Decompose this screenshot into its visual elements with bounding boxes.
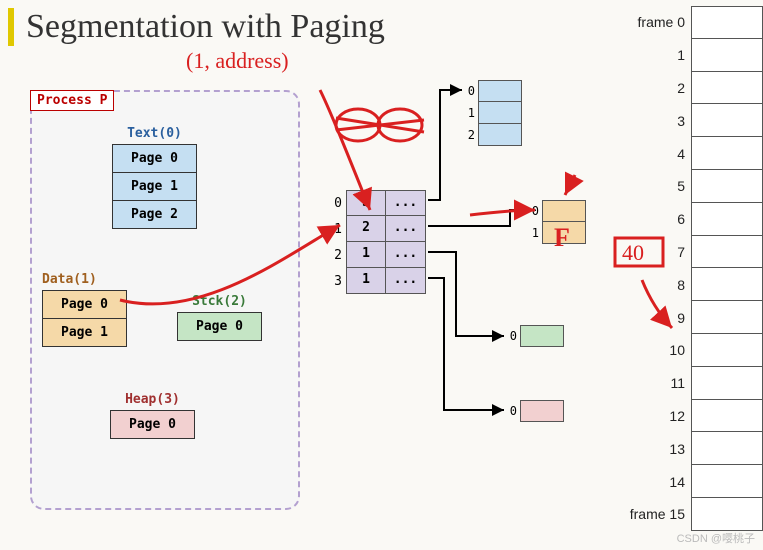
frame-label: 9 [615, 310, 691, 326]
segtable-len: 2 [346, 216, 386, 242]
frame-label: 3 [615, 113, 691, 129]
pt-cell [478, 102, 522, 124]
pt-idx: 0 [464, 80, 478, 102]
frame-label: 13 [615, 441, 691, 457]
segtable-len: 1 [346, 242, 386, 268]
frame-label: 6 [615, 211, 691, 227]
pt-idx: 0 [506, 400, 520, 422]
frame-label: 10 [615, 342, 691, 358]
text-page: Page 1 [112, 173, 197, 201]
frame-label: 5 [615, 178, 691, 194]
frame-cell [691, 498, 763, 531]
frame-cell [691, 72, 763, 105]
frame-label: 1 [615, 47, 691, 63]
segment-stack: Stck(2) Page 0 [177, 294, 262, 341]
frame-cell [691, 236, 763, 269]
segtable-base: ... [386, 268, 426, 294]
frame-cell [691, 137, 763, 170]
text-page: Page 0 [112, 144, 197, 173]
frame-label: 14 [615, 474, 691, 490]
frame-label: 11 [615, 375, 691, 391]
frame-cell [691, 268, 763, 301]
frame-label: 7 [615, 244, 691, 260]
segtable-len: 1 [346, 268, 386, 294]
frame-cell [691, 39, 763, 72]
pt-cell [520, 325, 564, 347]
text-page: Page 2 [112, 201, 197, 229]
annotation-address-tuple: (1, address) [186, 48, 289, 74]
data-page: Page 1 [42, 319, 127, 347]
pt-cell [478, 124, 522, 146]
stack-page: Page 0 [177, 312, 262, 341]
frame-cell [691, 170, 763, 203]
frame-cell [691, 367, 763, 400]
segtable-len: 3 [346, 190, 386, 216]
segtable-idx: 1 [330, 216, 346, 242]
frame-label: frame 15 [615, 506, 691, 522]
data-page: Page 0 [42, 290, 127, 319]
pt-idx: 2 [464, 124, 478, 146]
page-table-stack: 0 [506, 325, 564, 347]
frame-cell [691, 432, 763, 465]
segment-table: 03... 12... 21... 31... [330, 190, 426, 294]
heap-page: Page 0 [110, 410, 195, 439]
title-accent [8, 8, 14, 46]
segtable-base: ... [386, 190, 426, 216]
segtable-idx: 2 [330, 242, 346, 268]
frame-cell [691, 301, 763, 334]
page-table-text: 0 1 2 [464, 80, 522, 146]
segment-heap: Heap(3) Page 0 [110, 392, 195, 439]
process-label: Process P [30, 90, 114, 111]
segment-heap-title: Heap(3) [110, 392, 195, 407]
frame-cell [691, 334, 763, 367]
segment-data-title: Data(1) [42, 272, 127, 287]
frame-cell [691, 6, 763, 39]
frame-cell [691, 104, 763, 137]
segtable-base: ... [386, 242, 426, 268]
frame-label: 12 [615, 408, 691, 424]
segment-text: Text(0) Page 0 Page 1 Page 2 [112, 126, 197, 229]
pt-cell [520, 400, 564, 422]
frame-cell [691, 400, 763, 433]
frame-label: 4 [615, 146, 691, 162]
frame-label: 8 [615, 277, 691, 293]
segment-stack-title: Stck(2) [177, 294, 262, 309]
pt-cell [478, 80, 522, 102]
frame-cell [691, 203, 763, 236]
pt-idx: 0 [506, 325, 520, 347]
pt-cell [542, 200, 586, 222]
pt-idx: 0 [528, 200, 542, 222]
page-title: Segmentation with Paging [26, 8, 385, 46]
page-table-data: 0 1 [528, 200, 586, 244]
segtable-idx: 3 [330, 268, 346, 294]
watermark: CSDN @嘤桃子 [677, 530, 755, 546]
frame-list: frame 0 1 2 3 4 5 6 7 8 9 10 11 12 13 14… [615, 6, 763, 531]
segment-data: Data(1) Page 0 Page 1 [42, 272, 127, 347]
segment-text-title: Text(0) [112, 126, 197, 141]
process-box: Process P Text(0) Page 0 Page 1 Page 2 D… [30, 90, 300, 510]
frame-cell [691, 465, 763, 498]
pt-cell [542, 222, 586, 244]
pt-idx: 1 [528, 222, 542, 244]
page-table-heap: 0 [506, 400, 564, 422]
pt-idx: 1 [464, 102, 478, 124]
segtable-base: ... [386, 216, 426, 242]
segtable-idx: 0 [330, 190, 346, 216]
frame-label: 2 [615, 80, 691, 96]
frame-label: frame 0 [615, 14, 691, 30]
